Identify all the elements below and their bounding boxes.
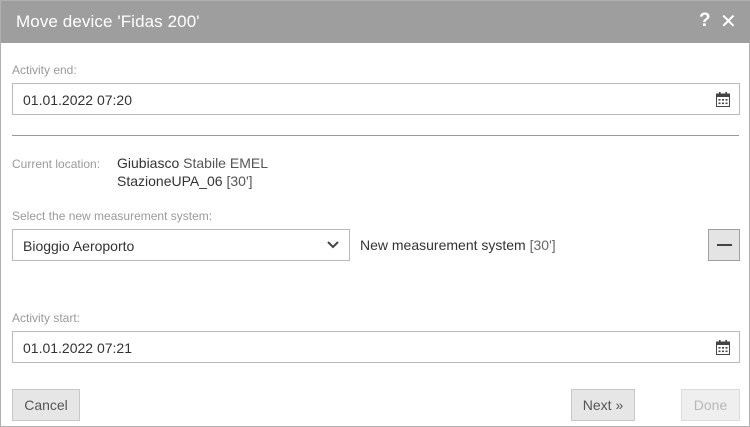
- activity-end-value: 01.01.2022 07:20: [23, 92, 132, 108]
- measurement-system-selected: Bioggio Aeroporto: [23, 238, 135, 254]
- help-icon[interactable]: ?: [699, 10, 711, 32]
- new-measurement-system-text: New measurement system [30']: [360, 237, 556, 253]
- activity-start-field[interactable]: 01.01.2022 07:21: [12, 331, 740, 363]
- location-interval: [30']: [226, 173, 253, 189]
- new-measurement-system-interval: [30']: [529, 237, 556, 253]
- measurement-system-label: Select the new measurement system:: [12, 209, 213, 223]
- activity-end-field[interactable]: 01.01.2022 07:20: [12, 83, 740, 115]
- dialog-titlebar: Move device 'Fidas 200' ? ✕: [1, 1, 750, 43]
- location-building: Stabile EMEL: [183, 155, 268, 171]
- calendar-icon[interactable]: [716, 340, 730, 355]
- current-location-label: Current location:: [12, 157, 101, 171]
- move-device-dialog: Move device 'Fidas 200' ? ✕ Activity end…: [0, 0, 750, 427]
- calendar-icon[interactable]: [716, 92, 730, 107]
- activity-end-label: Activity end:: [12, 63, 77, 77]
- dialog-title: Move device 'Fidas 200': [16, 12, 200, 32]
- next-button[interactable]: Next »: [571, 389, 635, 421]
- activity-start-label: Activity start:: [12, 311, 81, 325]
- section-divider: [12, 135, 739, 136]
- current-location-line-2: StazioneUPA_06 [30']: [117, 173, 253, 189]
- cancel-button[interactable]: Cancel: [12, 389, 80, 421]
- title-prefix: Move device ': [16, 12, 121, 31]
- minus-icon: [717, 244, 732, 246]
- remove-measurement-system-button[interactable]: [708, 229, 740, 261]
- new-measurement-system-label: New measurement system: [360, 237, 526, 253]
- done-button[interactable]: Done: [681, 389, 740, 421]
- title-suffix: ': [196, 12, 200, 31]
- location-station: StazioneUPA_06: [117, 173, 223, 189]
- current-location-line-1: Giubiasco Stabile EMEL: [117, 155, 268, 171]
- location-place: Giubiasco: [117, 155, 180, 171]
- chevron-down-icon: [327, 241, 339, 249]
- close-icon[interactable]: ✕: [720, 9, 737, 34]
- device-name: Fidas 200: [120, 12, 197, 31]
- activity-start-value: 01.01.2022 07:21: [23, 340, 132, 356]
- measurement-system-select[interactable]: Bioggio Aeroporto: [12, 229, 350, 261]
